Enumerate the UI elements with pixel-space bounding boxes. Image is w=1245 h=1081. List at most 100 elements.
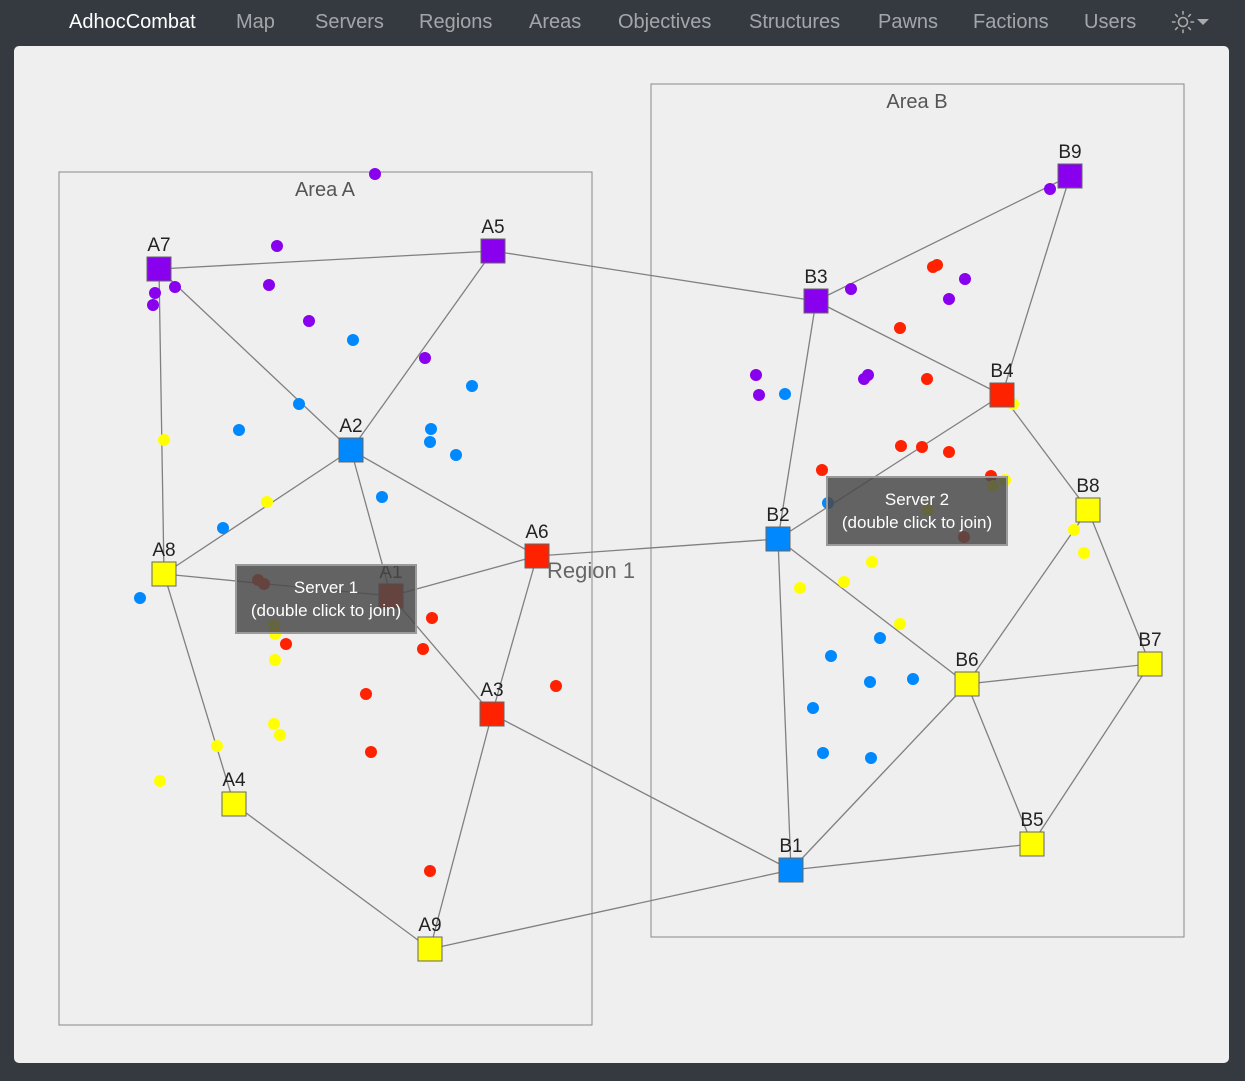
pawn-purple[interactable] xyxy=(959,273,971,285)
objective-a9[interactable]: A9 xyxy=(417,915,443,962)
pawn-blue[interactable] xyxy=(293,398,305,410)
pawn-yellow[interactable] xyxy=(838,576,850,588)
pawn-blue[interactable] xyxy=(817,747,829,759)
pawn-purple[interactable] xyxy=(943,293,955,305)
pawn-blue[interactable] xyxy=(134,592,146,604)
pawn-red[interactable] xyxy=(426,612,438,624)
objective-marker[interactable] xyxy=(1075,497,1101,523)
objective-marker[interactable] xyxy=(778,857,804,883)
objective-b9[interactable]: B9 xyxy=(1057,142,1083,189)
pawn-red[interactable] xyxy=(916,441,928,453)
objective-a2[interactable]: A2 xyxy=(338,416,364,463)
pawn-yellow[interactable] xyxy=(866,556,878,568)
objective-marker[interactable] xyxy=(480,238,506,264)
pawn-purple[interactable] xyxy=(753,389,765,401)
server-join-box[interactable]: Server 1 (double click to join) xyxy=(235,564,417,634)
pawn-purple[interactable] xyxy=(369,168,381,180)
pawn-purple[interactable] xyxy=(147,299,159,311)
pawn-yellow[interactable] xyxy=(1068,524,1080,536)
objective-b2[interactable]: B2 xyxy=(765,505,791,552)
objective-marker[interactable] xyxy=(479,701,505,727)
objective-b7[interactable]: B7 xyxy=(1137,630,1163,677)
objective-b5[interactable]: B5 xyxy=(1019,810,1045,857)
pawn-red[interactable] xyxy=(921,373,933,385)
pawn-yellow[interactable] xyxy=(1078,547,1090,559)
objective-marker[interactable] xyxy=(524,543,550,569)
objective-a6[interactable]: A6 xyxy=(524,522,550,569)
pawn-purple[interactable] xyxy=(419,352,431,364)
map-canvas[interactable]: Area AArea B A1A2A3A4A5A6A7A8A9B1B2B3B4B… xyxy=(14,46,1229,1063)
nav-item-pawns[interactable]: Pawns xyxy=(878,11,938,34)
pawn-purple[interactable] xyxy=(303,315,315,327)
pawn-red[interactable] xyxy=(816,464,828,476)
pawn-yellow[interactable] xyxy=(794,582,806,594)
objective-marker[interactable] xyxy=(765,526,791,552)
pawn-blue[interactable] xyxy=(425,423,437,435)
pawn-blue[interactable] xyxy=(466,380,478,392)
pawn-purple[interactable] xyxy=(845,283,857,295)
objective-b3[interactable]: B3 xyxy=(803,267,829,314)
objective-marker[interactable] xyxy=(221,791,247,817)
objective-marker[interactable] xyxy=(989,382,1015,408)
objective-marker[interactable] xyxy=(803,288,829,314)
objective-marker[interactable] xyxy=(1019,831,1045,857)
pawn-purple[interactable] xyxy=(271,240,283,252)
pawn-red[interactable] xyxy=(280,638,292,650)
pawn-red[interactable] xyxy=(894,322,906,334)
pawn-blue[interactable] xyxy=(907,673,919,685)
pawn-red[interactable] xyxy=(417,643,429,655)
pawn-purple[interactable] xyxy=(1044,183,1056,195)
pawn-blue[interactable] xyxy=(779,388,791,400)
pawn-red[interactable] xyxy=(424,865,436,877)
brand-link[interactable]: AdhocCombat xyxy=(69,11,196,34)
nav-item-structures[interactable]: Structures xyxy=(749,11,840,34)
pawn-red[interactable] xyxy=(365,746,377,758)
objective-marker[interactable] xyxy=(151,561,177,587)
objective-a7[interactable]: A7 xyxy=(146,235,172,282)
objective-marker[interactable] xyxy=(338,437,364,463)
nav-item-regions[interactable]: Regions xyxy=(419,11,492,34)
pawn-red[interactable] xyxy=(943,446,955,458)
pawn-red[interactable] xyxy=(550,680,562,692)
pawn-red[interactable] xyxy=(927,261,939,273)
pawn-purple[interactable] xyxy=(750,369,762,381)
pawn-yellow[interactable] xyxy=(261,496,273,508)
pawn-red[interactable] xyxy=(895,440,907,452)
pawn-yellow[interactable] xyxy=(154,775,166,787)
objective-a8[interactable]: A8 xyxy=(151,540,177,587)
objective-marker[interactable] xyxy=(417,936,443,962)
pawn-yellow[interactable] xyxy=(894,618,906,630)
objective-marker[interactable] xyxy=(1057,163,1083,189)
nav-item-objectives[interactable]: Objectives xyxy=(618,11,711,34)
pawn-yellow[interactable] xyxy=(211,740,223,752)
pawn-blue[interactable] xyxy=(424,436,436,448)
objective-a3[interactable]: A3 xyxy=(479,680,505,727)
objective-a4[interactable]: A4 xyxy=(221,770,247,817)
pawn-blue[interactable] xyxy=(217,522,229,534)
objective-a5[interactable]: A5 xyxy=(480,217,506,264)
pawn-yellow[interactable] xyxy=(269,654,281,666)
objective-marker[interactable] xyxy=(146,256,172,282)
pawn-blue[interactable] xyxy=(376,491,388,503)
nav-item-factions[interactable]: Factions xyxy=(973,11,1049,34)
server-box-background[interactable] xyxy=(235,564,417,634)
server-join-box[interactable]: Server 2 (double click to join) xyxy=(826,476,1008,546)
nav-item-servers[interactable]: Servers xyxy=(315,11,384,34)
objective-marker[interactable] xyxy=(1137,651,1163,677)
objective-b1[interactable]: B1 xyxy=(778,836,804,883)
pawn-blue[interactable] xyxy=(825,650,837,662)
nav-item-map[interactable]: Map xyxy=(236,11,275,34)
server-box-background[interactable] xyxy=(826,476,1008,546)
pawn-purple[interactable] xyxy=(858,373,870,385)
pawn-purple[interactable] xyxy=(169,281,181,293)
objective-b4[interactable]: B4 xyxy=(989,361,1015,408)
pawn-yellow[interactable] xyxy=(158,434,170,446)
pawn-blue[interactable] xyxy=(450,449,462,461)
pawn-yellow[interactable] xyxy=(274,729,286,741)
nav-item-areas[interactable]: Areas xyxy=(529,11,581,34)
pawn-blue[interactable] xyxy=(874,632,886,644)
objective-marker[interactable] xyxy=(954,671,980,697)
pawn-yellow[interactable] xyxy=(268,718,280,730)
pawn-purple[interactable] xyxy=(149,287,161,299)
objective-b8[interactable]: B8 xyxy=(1075,476,1101,523)
